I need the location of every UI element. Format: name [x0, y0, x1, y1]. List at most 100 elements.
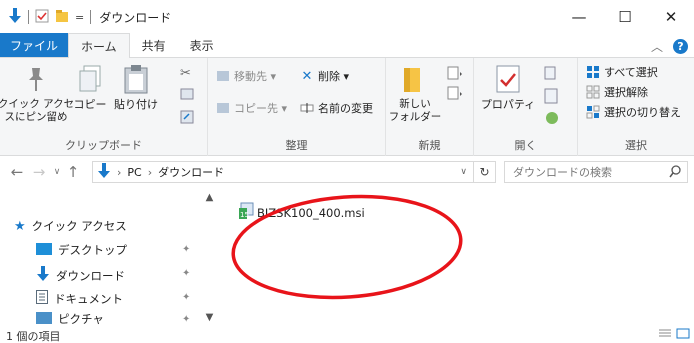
properties-button[interactable]: プロパティ	[480, 64, 536, 111]
nav-label: クイック アクセス	[31, 219, 127, 233]
pin-icon[interactable]: ✦	[182, 314, 190, 325]
forward-arrow-icon[interactable]: →	[28, 163, 50, 181]
breadcrumb-downloads[interactable]: ダウンロード	[158, 164, 224, 180]
tab-home[interactable]: ホーム	[68, 33, 130, 58]
delete-icon: ✕	[301, 68, 313, 84]
select-none-button[interactable]: 選択解除	[586, 84, 648, 100]
new-item-icon[interactable]	[446, 66, 464, 83]
delete-button[interactable]: ✕ 削除 ▾	[300, 68, 349, 84]
copy-to-icon	[216, 101, 230, 115]
tab-share[interactable]: 共有	[130, 33, 178, 57]
copy-label: コピー	[73, 98, 107, 111]
open-group-label: 開く	[514, 139, 537, 152]
move-to-button[interactable]: 移動先 ▾	[216, 68, 276, 84]
nav-label: ダウンロード	[56, 268, 125, 283]
properties-check-icon[interactable]	[35, 9, 49, 26]
status-bar: 1 個の項目	[0, 328, 694, 343]
pin-to-quick-access-button[interactable]: クイック アクセ スにピン留め	[0, 64, 74, 124]
document-icon	[36, 290, 48, 307]
refresh-button[interactable]: ↻	[474, 161, 496, 183]
nav-label: デスクトップ	[58, 243, 127, 257]
address-bar[interactable]: › PC › ダウンロード ∨	[92, 161, 474, 183]
paste-icon	[121, 64, 151, 94]
copy-path-icon[interactable]	[180, 88, 194, 103]
large-icons-view-icon[interactable]	[676, 328, 690, 342]
msi-installer-icon: 15	[238, 202, 254, 223]
copy-to-button[interactable]: コピー先 ▾	[216, 100, 287, 116]
copy-icon	[75, 64, 105, 94]
nav-item-desktop[interactable]: デスクトップ	[36, 242, 127, 258]
up-arrow-icon[interactable]: ↑	[64, 163, 82, 181]
nav-item-documents[interactable]: ドキュメント	[36, 290, 123, 307]
properties-icon	[493, 64, 523, 94]
select-group-label: 選択	[625, 139, 647, 152]
details-view-icon[interactable]	[658, 328, 672, 342]
maximize-button[interactable]: ☐	[602, 0, 648, 34]
separator	[28, 10, 29, 24]
history-icon[interactable]	[544, 110, 560, 129]
address-dropdown-icon[interactable]: ∨	[460, 167, 467, 177]
invert-selection-button[interactable]: 選択の切り替え	[586, 104, 681, 120]
pin-icon	[21, 64, 51, 94]
customize-dropdown-icon[interactable]: =	[75, 11, 84, 24]
invert-selection-icon	[586, 105, 600, 119]
file-item[interactable]: 15 BIZSK100_400.msi	[238, 202, 365, 223]
navigation-scrollbar[interactable]: ▲ ▼	[201, 190, 218, 328]
pin-icon[interactable]: ✦	[182, 268, 190, 279]
collapse-ribbon-icon[interactable]: ︿	[651, 38, 663, 55]
search-input[interactable]: ダウンロードの検索	[504, 161, 688, 183]
tab-file[interactable]: ファイル	[0, 33, 69, 57]
rename-label: 名前の変更	[318, 102, 373, 115]
nav-item-pictures[interactable]: ピクチャ	[36, 312, 104, 326]
select-all-label: すべて選択	[604, 66, 658, 79]
close-button[interactable]: ✕	[648, 0, 694, 34]
item-count: 1 個の項目	[6, 329, 61, 343]
nav-label: ドキュメント	[54, 291, 123, 306]
new-folder-icon[interactable]	[55, 9, 69, 26]
folder-icon	[400, 64, 430, 94]
pin-icon[interactable]: ✦	[182, 292, 190, 303]
open-group: プロパティ 開く	[474, 58, 578, 156]
nav-label: ピクチャ	[58, 312, 104, 326]
clipboard-group-label: クリップボード	[65, 139, 142, 152]
pin-label: クイック アクセ スにピン留め	[0, 98, 75, 123]
scroll-down-icon[interactable]: ▼	[201, 312, 218, 323]
tab-view[interactable]: 表示	[178, 33, 226, 57]
svg-text:15: 15	[240, 211, 249, 219]
easy-access-icon[interactable]	[446, 86, 464, 103]
minimize-button[interactable]: —	[556, 0, 602, 34]
title-bar: = ダウンロード — ☐ ✕	[0, 0, 694, 34]
separator	[90, 10, 92, 24]
open-icon[interactable]	[544, 66, 562, 83]
quick-access-toolbar: = ダウンロード	[0, 7, 171, 27]
pictures-icon	[36, 312, 52, 326]
down-arrow-icon[interactable]	[8, 7, 22, 27]
new-group: 新しい フォルダー 新規	[386, 58, 474, 156]
paste-label: 貼り付け	[114, 98, 158, 111]
file-name: BIZSK100_400.msi	[257, 205, 365, 220]
nav-item-quick-access[interactable]: ★ クイック アクセス	[14, 218, 127, 234]
rename-button[interactable]: 名前の変更	[300, 100, 373, 116]
scroll-up-icon[interactable]: ▲	[201, 192, 218, 203]
copy-button[interactable]: コピー	[70, 64, 110, 111]
back-arrow-icon[interactable]: ←	[6, 163, 28, 181]
recent-dropdown-icon[interactable]: ∨	[50, 167, 64, 177]
paste-button[interactable]: 貼り付け	[112, 64, 160, 111]
ribbon: クイック アクセ スにピン留め コピー 貼り付け ✂ クリップボード 移動先 ▾	[0, 58, 694, 156]
select-none-label: 選択解除	[604, 86, 648, 99]
file-list: 15 BIZSK100_400.msi	[222, 190, 694, 328]
download-location-icon	[97, 162, 111, 182]
new-folder-button[interactable]: 新しい フォルダー	[389, 64, 441, 124]
star-icon: ★	[14, 218, 26, 234]
nav-item-downloads[interactable]: ダウンロード	[36, 266, 125, 285]
edit-icon[interactable]	[544, 88, 560, 107]
breadcrumb-pc[interactable]: PC	[127, 166, 141, 179]
help-icon[interactable]: ?	[673, 39, 688, 54]
pin-icon[interactable]: ✦	[182, 244, 190, 255]
navigation-bar: ← → ∨ ↑ › PC › ダウンロード ∨ ↻ ダウンロードの検索	[0, 157, 694, 187]
navigation-pane: ★ クイック アクセス デスクトップ ✦ ダウンロード ✦ ドキュメント ✦ ピ…	[0, 190, 222, 328]
select-all-button[interactable]: すべて選択	[586, 64, 658, 80]
invert-selection-label: 選択の切り替え	[604, 106, 681, 119]
paste-shortcut-icon[interactable]	[180, 110, 194, 127]
cut-icon[interactable]: ✂	[180, 66, 191, 81]
